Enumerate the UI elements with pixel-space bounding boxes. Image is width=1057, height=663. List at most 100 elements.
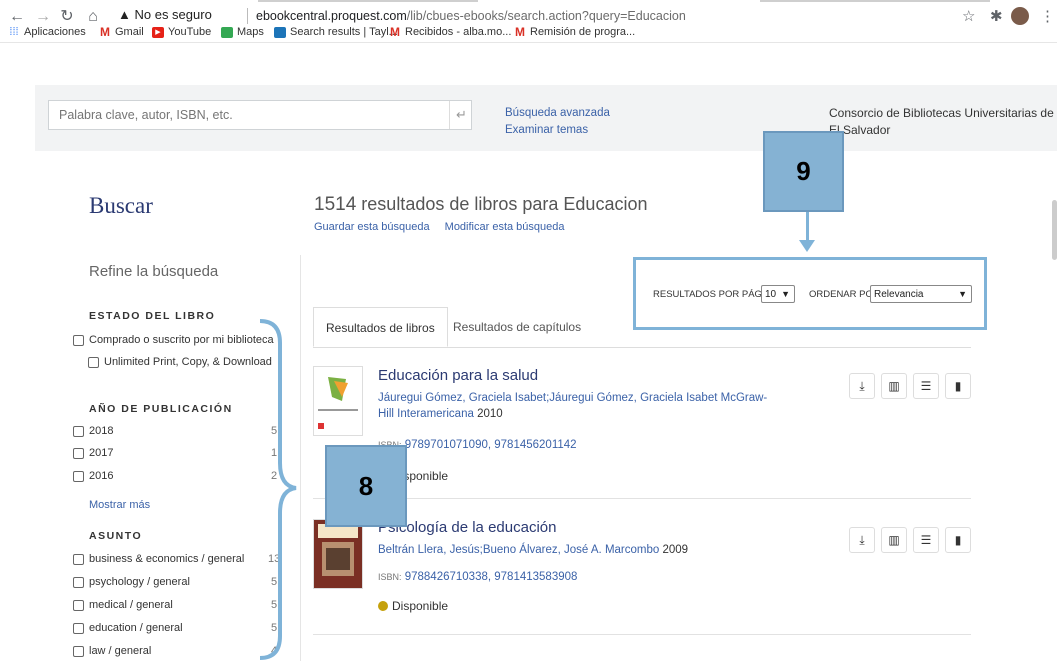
add-to-shelf-icon[interactable]: ▮ [945, 373, 971, 399]
bookmark-inbox[interactable]: M Recibidos - alba.mo... [389, 24, 512, 39]
read-book-icon[interactable]: ▥ [881, 373, 907, 399]
bookmark-gmail[interactable]: M Gmail [99, 24, 144, 39]
filter-label: 2018 [89, 425, 114, 437]
publisher-link[interactable]: Marcombo [605, 544, 659, 556]
not-secure-label[interactable]: ▲ No es seguro [118, 7, 212, 22]
checkbox[interactable] [73, 576, 84, 588]
download-icon[interactable]: ⤓ [849, 373, 875, 399]
book-cover[interactable] [313, 366, 363, 436]
availability-text: Disponible [392, 599, 449, 613]
toc-list-icon[interactable]: ☰ [913, 373, 939, 399]
gmail-icon: M [515, 24, 525, 39]
search-input[interactable] [49, 101, 454, 129]
book-cover[interactable] [313, 519, 363, 589]
checkbox[interactable] [73, 599, 84, 611]
youtube-icon: ▶ [152, 26, 164, 38]
add-to-shelf-icon[interactable]: ▮ [945, 527, 971, 553]
sidebar-divider [300, 255, 301, 661]
filter-year-2018[interactable]: 2018 [73, 425, 113, 437]
save-search-link[interactable]: Guardar esta búsqueda [314, 221, 430, 233]
tab-chapters[interactable]: Resultados de capítulos [441, 307, 593, 347]
browse-subjects-link[interactable]: Examinar temas [505, 124, 588, 136]
bookmark-label: Aplicaciones [24, 26, 86, 38]
scrollbar[interactable] [1052, 200, 1057, 260]
availability-icon [378, 601, 388, 611]
filter-subject-medical[interactable]: medical / general [73, 599, 173, 611]
year: 2009 [662, 544, 689, 556]
checkbox[interactable] [73, 645, 84, 657]
checkbox[interactable] [73, 447, 84, 459]
tab-books[interactable]: Resultados de libros [313, 307, 448, 347]
callout-arrow-head [799, 240, 815, 252]
callout-8: 8 [325, 445, 407, 527]
bookmark-taylor[interactable]: Search results | Tayl... [274, 26, 398, 38]
bookmark-label: YouTube [168, 26, 212, 38]
tab-strip [0, 0, 1057, 4]
filter-label: psychology / general [89, 576, 190, 588]
filter-unlimited[interactable]: Unlimited Print, Copy, & Download [88, 356, 272, 368]
modify-search-link[interactable]: Modificar esta búsqueda [445, 221, 565, 233]
filter-brace [259, 319, 297, 660]
maps-icon [221, 26, 233, 38]
checkbox[interactable] [73, 334, 84, 346]
address-bar[interactable]: ebookcentral.proquest.com/lib/cbues-eboo… [256, 9, 686, 23]
filter-label: Unlimited Print, Copy, & Download [104, 356, 272, 368]
bookmark-label: Remisión de progra... [530, 26, 636, 38]
result-separator [313, 498, 971, 499]
filter-label: Comprado o suscrito por mi biblioteca [89, 334, 274, 346]
bookmark-label: Gmail [115, 26, 144, 38]
callout-arrow [806, 212, 809, 242]
filter-label: business & economics / general [89, 553, 245, 565]
checkbox[interactable] [73, 553, 84, 565]
checkbox[interactable] [73, 470, 84, 482]
filter-heading-year: AÑO DE PUBLICACIÓN [89, 403, 233, 415]
results-text: resultados de libros para Educacion [361, 194, 648, 214]
read-book-icon[interactable]: ▥ [881, 527, 907, 553]
highlight-sort-controls [633, 257, 987, 330]
filter-year-2017[interactable]: 2017 [73, 447, 113, 459]
gmail-icon: M [390, 24, 400, 39]
availability: Disponible [378, 599, 448, 613]
result-item: Psicología de la educación Beltrán Llera… [313, 517, 971, 627]
filter-owned[interactable]: Comprado o suscrito por mi biblioteca [73, 334, 274, 346]
filter-year-2016[interactable]: 2016 [73, 470, 113, 482]
filter-subject-psychology[interactable]: psychology / general [73, 576, 190, 588]
checkbox[interactable] [73, 622, 84, 634]
page-title: Buscar [89, 193, 153, 218]
bookmark-youtube[interactable]: ▶ YouTube [152, 26, 211, 38]
bookmark-maps[interactable]: Maps [221, 26, 264, 38]
search-actions: Guardar esta búsqueda Modificar esta bús… [314, 221, 577, 233]
book-cover-image [314, 367, 362, 435]
gmail-icon: M [100, 24, 110, 39]
checkbox[interactable] [73, 425, 84, 437]
filter-subject-education[interactable]: education / general [73, 622, 183, 634]
filter-subject-business[interactable]: business & economics / general [73, 553, 244, 565]
toc-list-icon[interactable]: ☰ [913, 527, 939, 553]
authors-link[interactable]: Jáuregui Gómez, Graciela Isabet;Jáuregui… [378, 392, 717, 404]
bookmark-remision[interactable]: M Remisión de progra... [514, 24, 636, 39]
filter-heading-status: ESTADO DEL LIBRO [89, 310, 216, 322]
book-isbn: ISBN: 9789701071090, 9781456201142 [378, 439, 577, 451]
bookmark-apps[interactable]: ⁞⁞⁞ Aplicaciones [8, 25, 86, 38]
apps-grid-icon: ⁞⁞⁞ [9, 25, 19, 38]
taylor-icon [274, 26, 286, 38]
url-path: /lib/cbues-ebooks/search.action?query=Ed… [406, 9, 686, 23]
filter-label: medical / general [89, 599, 173, 611]
checkbox[interactable] [88, 356, 99, 368]
results-count: 1514 [314, 194, 357, 215]
bookmark-label: Maps [237, 26, 264, 38]
authors-link[interactable]: Beltrán Llera, Jesús;Bueno Álvarez, José… [378, 544, 602, 556]
book-authors: Beltrán Llera, Jesús;Bueno Álvarez, José… [378, 542, 778, 558]
filter-subject-law[interactable]: law / general [73, 645, 151, 657]
search-box: ↵ [48, 100, 472, 130]
download-icon[interactable]: ⤓ [849, 527, 875, 553]
enter-icon[interactable]: ↵ [449, 101, 473, 129]
filter-label: 2016 [89, 470, 114, 482]
book-cover-image [314, 520, 362, 588]
advanced-search-link[interactable]: Búsqueda avanzada [505, 107, 610, 119]
bookmark-label: Search results | Tayl... [290, 26, 398, 38]
show-more-link[interactable]: Mostrar más [89, 499, 150, 511]
bookmark-label: Recibidos - alba.mo... [405, 26, 512, 38]
book-title-link[interactable]: Educación para la salud [378, 367, 538, 384]
year: 2010 [477, 408, 503, 420]
